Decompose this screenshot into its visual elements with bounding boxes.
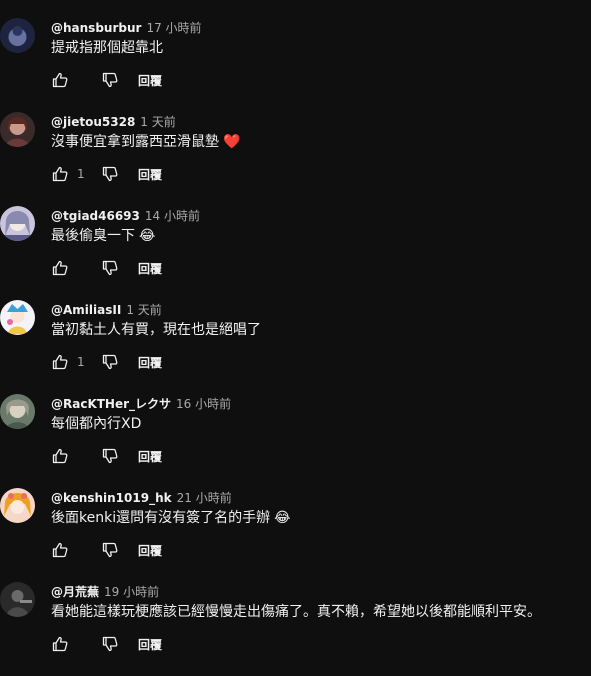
thumbs-down-icon	[102, 542, 118, 558]
comment-body: 最後偷臭一下	[51, 228, 135, 244]
comment-body: 每個都內行XD	[51, 416, 142, 432]
comment-body: 提戒指那個超靠北	[51, 40, 163, 56]
dislike-button[interactable]	[101, 541, 119, 559]
comment-author[interactable]: @hansburbur	[51, 21, 141, 35]
dislike-button[interactable]	[101, 165, 119, 183]
like-button[interactable]	[51, 259, 69, 277]
thumbs-up-icon	[52, 636, 68, 652]
thumbs-down-icon	[102, 636, 118, 652]
avatar[interactable]	[0, 18, 35, 53]
avatar[interactable]	[0, 300, 35, 335]
comment-text: 看她能這樣玩梗應該已經慢慢走出傷痛了。真不賴，希望她以後都能順利平安。	[51, 602, 541, 622]
thumbs-up-icon	[52, 542, 68, 558]
comment-body: 沒事便宜拿到露西亞滑鼠墊	[51, 134, 219, 150]
comment-actions: 回覆	[51, 632, 162, 656]
comment-item: @RacKTHer_レクサ 16 小時前 每個都內行XD 回覆	[0, 394, 591, 488]
thumbs-down-icon	[102, 166, 118, 182]
like-button[interactable]	[51, 541, 69, 559]
dislike-button[interactable]	[101, 71, 119, 89]
avatar-image	[0, 206, 35, 241]
comment-item: @kenshin1019_hk 21 小時前 後面kenki還問有沒有簽了名的手辦…	[0, 488, 591, 582]
thumbs-down-icon	[102, 354, 118, 370]
comment-item: @AmiliasII 1 天前 當初黏土人有買，現在也是絕唱了 1 回覆	[0, 300, 591, 394]
comment-text: 最後偷臭一下 😂	[51, 226, 155, 246]
reply-button[interactable]: 回覆	[138, 448, 162, 465]
dislike-button[interactable]	[101, 259, 119, 277]
comment-item: @月荒蕪 19 小時前 看她能這樣玩梗應該已經慢慢走出傷痛了。真不賴，希望她以後都…	[0, 582, 591, 676]
comment-actions: 回覆	[51, 68, 162, 92]
dislike-button[interactable]	[101, 353, 119, 371]
laughing-emoji: 😂	[139, 228, 156, 244]
comment-text: 每個都內行XD	[51, 414, 141, 434]
comment-actions: 回覆	[51, 444, 162, 468]
avatar-image	[0, 394, 35, 429]
avatar[interactable]	[0, 582, 35, 617]
avatar-image	[0, 488, 35, 523]
comment-actions: 回覆	[51, 538, 162, 562]
comment-author[interactable]: @tgiad46693	[51, 209, 140, 223]
comment-text: 沒事便宜拿到露西亞滑鼠墊 ❤️	[51, 132, 240, 152]
like-button[interactable]	[51, 353, 69, 371]
comment-timestamp[interactable]: 21 小時前	[177, 491, 232, 505]
like-count: 1	[77, 167, 85, 181]
comment-item: @jietou5328 1 天前 沒事便宜拿到露西亞滑鼠墊 ❤️ 1 回覆	[0, 112, 591, 206]
reply-button[interactable]: 回覆	[138, 636, 162, 653]
comment-item: @hansburbur 17 小時前 提戒指那個超靠北 回覆	[0, 18, 591, 112]
reply-button[interactable]: 回覆	[138, 166, 162, 183]
avatar[interactable]	[0, 394, 35, 429]
thumbs-up-icon	[52, 354, 68, 370]
reply-button[interactable]: 回覆	[138, 260, 162, 277]
comment-body: 當初黏土人有買，現在也是絕唱了	[51, 322, 261, 338]
like-button[interactable]	[51, 635, 69, 653]
comment-author[interactable]: @AmiliasII	[51, 303, 121, 317]
comment-timestamp[interactable]: 16 小時前	[176, 397, 231, 411]
thumbs-up-icon	[52, 166, 68, 182]
thumbs-up-icon	[52, 448, 68, 464]
avatar-image	[0, 112, 35, 147]
comment-author[interactable]: @kenshin1019_hk	[51, 491, 172, 505]
comment-author[interactable]: @月荒蕪	[51, 585, 99, 599]
comment-text: 當初黏土人有買，現在也是絕唱了	[51, 320, 261, 340]
reply-button[interactable]: 回覆	[138, 354, 162, 371]
dislike-button[interactable]	[101, 635, 119, 653]
like-button[interactable]	[51, 165, 69, 183]
avatar-image	[0, 300, 35, 335]
comment-text: 後面kenki還問有沒有簽了名的手辦 😂	[51, 508, 290, 528]
laughing-emoji: 😂	[274, 510, 291, 526]
avatar[interactable]	[0, 112, 35, 147]
avatar-image	[0, 582, 35, 617]
comment-timestamp[interactable]: 19 小時前	[104, 585, 159, 599]
comment-body: 看她能這樣玩梗應該已經慢慢走出傷痛了。真不賴，希望她以後都能順利平安。	[51, 604, 541, 620]
comment-list: @hansburbur 17 小時前 提戒指那個超靠北 回覆 @jietou532…	[0, 0, 591, 672]
thumbs-down-icon	[102, 260, 118, 276]
avatar-image	[0, 18, 35, 53]
comment-actions: 1 回覆	[51, 162, 162, 186]
like-button[interactable]	[51, 71, 69, 89]
comment-timestamp[interactable]: 1 天前	[126, 303, 161, 317]
comment-body: 後面kenki還問有沒有簽了名的手辦	[51, 510, 271, 526]
thumbs-up-icon	[52, 260, 68, 276]
comment-timestamp[interactable]: 14 小時前	[145, 209, 200, 223]
comment-item: @tgiad46693 14 小時前 最後偷臭一下 😂 回覆	[0, 206, 591, 300]
like-button[interactable]	[51, 447, 69, 465]
reply-button[interactable]: 回覆	[138, 72, 162, 89]
like-count: 1	[77, 355, 85, 369]
dislike-button[interactable]	[101, 447, 119, 465]
thumbs-down-icon	[102, 448, 118, 464]
comment-author[interactable]: @RacKTHer_レクサ	[51, 397, 171, 411]
heart-emoji: ❤️	[223, 134, 241, 150]
comment-actions: 回覆	[51, 256, 162, 280]
comment-text: 提戒指那個超靠北	[51, 38, 163, 58]
avatar[interactable]	[0, 206, 35, 241]
comment-author[interactable]: @jietou5328	[51, 115, 135, 129]
comment-actions: 1 回覆	[51, 350, 162, 374]
comment-timestamp[interactable]: 17 小時前	[146, 21, 201, 35]
thumbs-up-icon	[52, 72, 68, 88]
comment-timestamp[interactable]: 1 天前	[140, 115, 175, 129]
avatar[interactable]	[0, 488, 35, 523]
reply-button[interactable]: 回覆	[138, 542, 162, 559]
thumbs-down-icon	[102, 72, 118, 88]
